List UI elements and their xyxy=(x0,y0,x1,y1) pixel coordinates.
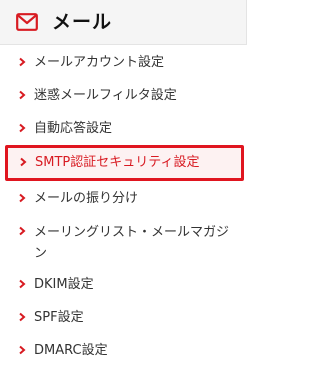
chevron-right-icon xyxy=(19,279,26,289)
menu-item-mail-account-settings[interactable]: メールアカウント設定 xyxy=(0,46,246,78)
menu-item-auto-reply-settings[interactable]: 自動応答設定 xyxy=(0,112,246,144)
chevron-right-icon xyxy=(19,312,26,322)
chevron-right-icon xyxy=(19,345,26,355)
menu-list: メールアカウント設定 迷惑メールフィルタ設定 自動応答設定 SMTP認証セキュリ… xyxy=(0,46,246,367)
chevron-right-icon xyxy=(19,226,26,236)
menu-item-spf-settings[interactable]: SPF設定 xyxy=(0,301,246,333)
chevron-right-icon xyxy=(19,193,26,203)
menu-item-label: 自動応答設定 xyxy=(34,121,113,136)
menu-item-label: メーリングリスト・メールマガジン xyxy=(34,225,230,261)
menu-header: メール xyxy=(0,0,247,45)
chevron-right-icon xyxy=(19,123,26,133)
menu-item-dmarc-settings[interactable]: DMARC設定 xyxy=(0,334,246,366)
menu-item-mailing-list-magazine[interactable]: メーリングリスト・メールマガジン xyxy=(0,215,246,267)
chevron-right-icon xyxy=(19,90,26,100)
menu-item-label: メールアカウント設定 xyxy=(34,55,165,70)
mail-envelope-icon xyxy=(16,13,38,31)
menu-item-label: メールの振り分け xyxy=(34,191,139,206)
chevron-right-icon xyxy=(19,57,26,67)
menu-item-label: 迷惑メールフィルタ設定 xyxy=(34,88,177,103)
menu-item-label: DMARC設定 xyxy=(34,343,108,358)
menu-item-smtp-auth-security-settings[interactable]: SMTP認証セキュリティ設定 xyxy=(5,145,244,181)
menu-item-label: SMTP認証セキュリティ設定 xyxy=(35,155,200,170)
menu-item-label: DKIM設定 xyxy=(34,277,94,292)
mail-settings-menu: メール メールアカウント設定 迷惑メールフィルタ設定 自動応答設定 SMTP認証… xyxy=(0,0,250,370)
menu-item-label: SPF設定 xyxy=(34,310,84,325)
chevron-right-icon xyxy=(20,157,27,167)
menu-item-dkim-settings[interactable]: DKIM設定 xyxy=(0,268,246,300)
menu-item-spam-filter-settings[interactable]: 迷惑メールフィルタ設定 xyxy=(0,79,246,111)
menu-item-mail-sorting[interactable]: メールの振り分け xyxy=(0,182,246,214)
menu-title: メール xyxy=(52,11,113,33)
